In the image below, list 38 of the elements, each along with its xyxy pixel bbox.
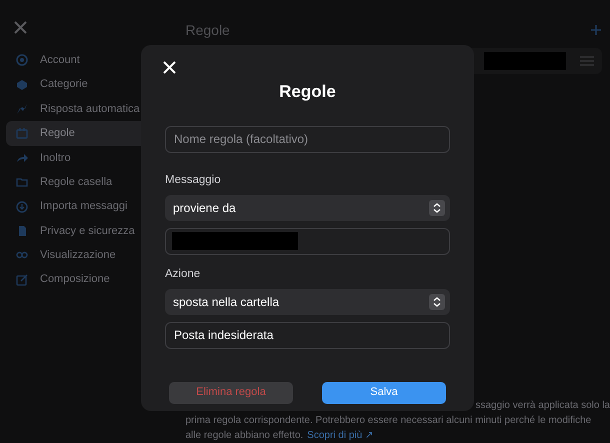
condition-select[interactable]: proviene da [165,194,450,220]
delete-rule-button[interactable]: Elimina regola [169,382,293,404]
menu-icon[interactable] [580,56,594,66]
stepper-icon [429,200,445,216]
value-field[interactable] [165,228,450,254]
sidebar-item[interactable]: Composizione [6,268,141,292]
sidebar-item[interactable]: Importa messaggi [6,194,141,219]
sidebar-icon [16,224,28,237]
footer-text: prima regola corrispondente. Potrebbero essere necessari alcuni minuti perché le modifiche [185,414,592,428]
section-label: Azione [165,266,202,280]
sidebar-item[interactable]: Regole [6,121,141,146]
sidebar-icon [16,54,28,66]
dialog-title: Regole [279,81,336,103]
sidebar-item[interactable]: Risposta automatica [6,96,141,122]
sidebar-icon [16,274,28,286]
rule-name-field[interactable]: Nome regola (facoltativo) [165,126,450,152]
condition-select[interactable]: sposta nella cartella [165,288,450,314]
value-field[interactable]: Posta indesiderata [165,322,450,348]
sidebar-item[interactable]: Account [6,48,141,72]
sidebar-icon [16,176,28,188]
save-button[interactable]: Salva [322,382,446,404]
footer-text: alle regole abbiano effetto. [185,429,304,443]
sidebar-icon [16,78,28,91]
sidebar-icon [16,102,28,115]
footer-text: ssaggio verrà applicata solo la [475,399,610,413]
section-label: Messaggio [165,172,222,186]
sidebar-item[interactable]: Inoltro [6,146,141,170]
page-title: Regole [185,20,230,40]
sidebar-icon [16,200,28,213]
sidebar-item[interactable]: Regole casella [6,170,141,194]
sidebar-item[interactable]: Categorie [6,72,141,97]
sidebar-icon [16,127,28,140]
add-icon[interactable] [590,24,602,36]
learn-more-link[interactable]: Scopri di più ↗ [307,428,373,443]
sidebar-item[interactable]: Visualizzazione [6,243,141,268]
sidebar-icon [16,152,28,164]
sidebar-item[interactable]: Privacy e sicurezza [6,218,141,244]
stepper-icon [429,294,445,310]
